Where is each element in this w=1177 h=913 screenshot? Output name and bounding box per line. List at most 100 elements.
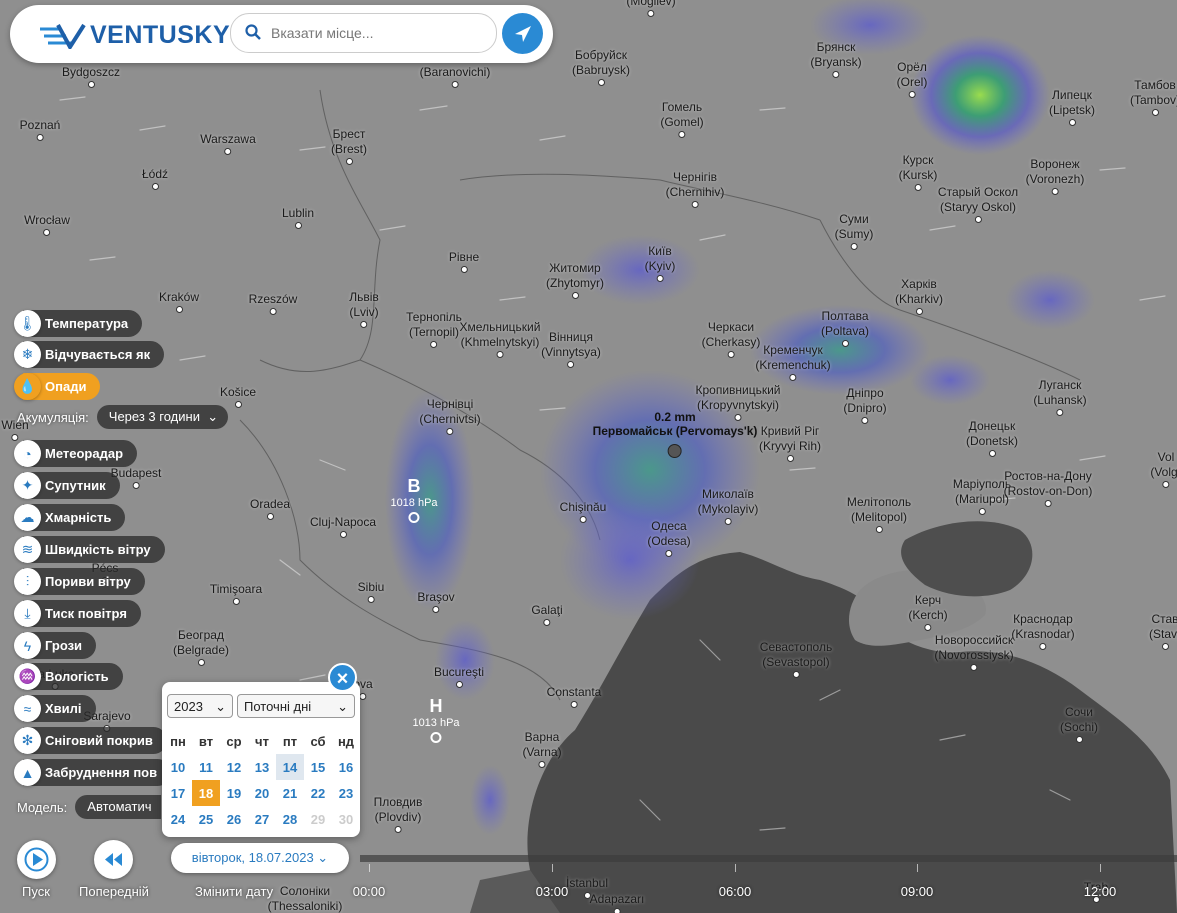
accumulation-select[interactable]: Через 3 години ⌄ bbox=[96, 405, 229, 429]
city-name: (Vinnytsya) bbox=[541, 345, 601, 359]
weekday-header: чт bbox=[255, 733, 269, 749]
city-label: Adapazarı bbox=[590, 892, 644, 913]
city-label: Warszawa bbox=[200, 132, 256, 155]
chevron-down-icon: ⌄ bbox=[317, 850, 329, 865]
play-button[interactable] bbox=[17, 840, 56, 879]
city-marker bbox=[1039, 643, 1047, 650]
city-marker bbox=[538, 761, 546, 768]
year-select[interactable]: 2023 ⌄ bbox=[167, 694, 233, 718]
city-name: Черкаси bbox=[707, 320, 755, 334]
city-name: (Gomel) bbox=[660, 115, 704, 129]
city-label: Wrocław bbox=[24, 213, 70, 236]
city-label: Київ (Kyiv) bbox=[644, 244, 676, 282]
calendar-day[interactable]: 24 bbox=[164, 806, 192, 832]
city-label: Bucureşti bbox=[434, 665, 484, 688]
layer-label: Забруднення пов bbox=[23, 759, 172, 786]
model-select[interactable]: Автоматич bbox=[75, 795, 162, 819]
calendar-day[interactable]: 21 bbox=[276, 780, 304, 806]
city-name: Rzeszów bbox=[248, 292, 298, 306]
timeline-label[interactable]: 06:00 bbox=[719, 884, 752, 899]
range-select[interactable]: Поточні дні ⌄ bbox=[237, 694, 355, 718]
calendar-day[interactable]: 12 bbox=[220, 754, 248, 780]
calendar-day[interactable]: 19 bbox=[220, 780, 248, 806]
previous-button[interactable] bbox=[94, 840, 133, 879]
calendar-day[interactable]: 13 bbox=[248, 754, 276, 780]
calendar-day[interactable]: 23 bbox=[332, 780, 360, 806]
pressure-letter: B bbox=[407, 476, 421, 496]
layer-precip[interactable]: 💧 Опади bbox=[14, 373, 101, 400]
timeline-track[interactable] bbox=[360, 855, 1177, 862]
city-label: Ростов-на-Дону (Rostov-on-Don) bbox=[1004, 469, 1092, 507]
calendar-day[interactable]: 26 bbox=[220, 806, 248, 832]
layer-gusts[interactable]: ⫶ Пориви вітру bbox=[14, 568, 145, 595]
timeline-label[interactable]: 00:00 bbox=[353, 884, 386, 899]
calendar-day[interactable]: 27 bbox=[248, 806, 276, 832]
city-name: Poznań bbox=[19, 118, 61, 132]
city-name: (Staryy Oskol) bbox=[939, 200, 1017, 214]
calendar-day[interactable]: 25 bbox=[192, 806, 220, 832]
accumulation-label: Акумуляція: bbox=[17, 409, 89, 425]
chevron-down-icon: ⌄ bbox=[207, 409, 219, 424]
search-input[interactable] bbox=[269, 24, 488, 42]
city-label: Луганск (Luhansk) bbox=[1033, 378, 1087, 416]
close-calendar-button[interactable]: × bbox=[328, 663, 357, 692]
pin-marker[interactable] bbox=[668, 444, 682, 458]
layer-snow[interactable]: ✻ Сніговий покрив bbox=[14, 727, 167, 754]
calendar-day[interactable]: 18 bbox=[192, 780, 220, 806]
city-name: Constanta bbox=[546, 685, 602, 699]
accumulation-value: Через 3 години bbox=[108, 409, 200, 424]
calendar-day[interactable]: 11 bbox=[192, 754, 220, 780]
city-name: Львів bbox=[349, 290, 379, 304]
calendar-day[interactable]: 17 bbox=[164, 780, 192, 806]
date-selector[interactable]: вівторок, 18.07.2023 ⌄ bbox=[171, 843, 349, 873]
city-marker bbox=[571, 292, 579, 299]
logo-text: VENTUSKY bbox=[90, 21, 231, 49]
layer-humidity[interactable]: ♒ Вологість bbox=[14, 663, 123, 690]
city-name: Харків bbox=[901, 277, 937, 291]
city-marker bbox=[1051, 188, 1059, 195]
layer-waves[interactable]: ≈ Хвилі bbox=[14, 695, 96, 722]
layer-pollution[interactable]: ▲ Забруднення пов bbox=[14, 759, 172, 786]
layer-clouds[interactable]: ☁ Хмарність bbox=[14, 504, 126, 531]
city-label: Braşov bbox=[417, 590, 455, 613]
calendar-day[interactable]: 16 bbox=[332, 754, 360, 780]
cloud-icon: ☁ bbox=[14, 504, 41, 531]
city-label: Донецьк (Donetsk) bbox=[966, 419, 1018, 457]
calendar-day[interactable]: 14 bbox=[276, 754, 304, 780]
date-value: вівторок, 18.07.2023 bbox=[191, 850, 314, 865]
calendar-day[interactable]: 28 bbox=[276, 806, 304, 832]
calendar-day[interactable]: 10 bbox=[164, 754, 192, 780]
calendar-day[interactable]: 20 bbox=[248, 780, 276, 806]
city-name: (Dnipro) bbox=[843, 401, 887, 415]
calendar-day[interactable]: 15 bbox=[304, 754, 332, 780]
top-bar: VENTUSKY bbox=[10, 5, 553, 63]
timeline-label[interactable]: 12:00 bbox=[1084, 884, 1117, 899]
layer-label: Швидкість вітру bbox=[23, 536, 165, 563]
range-value: Поточні дні bbox=[244, 699, 312, 714]
timeline-label[interactable]: 03:00 bbox=[536, 884, 569, 899]
city-marker bbox=[875, 526, 883, 533]
city-label: Вінниця (Vinnytsya) bbox=[541, 330, 601, 368]
city-marker bbox=[197, 659, 205, 666]
logo[interactable]: VENTUSKY bbox=[38, 21, 231, 51]
layer-temperature[interactable]: 🌡 Температура bbox=[14, 310, 143, 337]
city-label: Варна (Varna) bbox=[522, 730, 562, 768]
layer-satellite[interactable]: ✦ Супутник bbox=[14, 472, 120, 499]
layer-feels[interactable]: ❄ Відчувається як bbox=[14, 341, 165, 368]
layer-pressure[interactable]: ⤓ Тиск повітря bbox=[14, 600, 141, 627]
layer-radar[interactable]: ◔ Метеорадар bbox=[14, 440, 138, 467]
pressure-marker bbox=[408, 512, 420, 523]
geolocate-button[interactable] bbox=[502, 13, 543, 54]
city-name: (Melitopol) bbox=[850, 510, 907, 524]
location-pin[interactable]: 0.2 mm Первомайськ (Pervomays'k) bbox=[593, 410, 757, 458]
city-name: (Ternopil) bbox=[408, 325, 460, 339]
city-label: Oradea bbox=[250, 497, 290, 520]
layer-storms[interactable]: ϟ Грози bbox=[14, 632, 97, 659]
city-name: (Baranovichi) bbox=[419, 65, 491, 79]
timeline-label[interactable]: 09:00 bbox=[901, 884, 934, 899]
city-marker bbox=[43, 229, 51, 236]
city-name: (Kyiv) bbox=[644, 259, 676, 273]
calendar-day[interactable]: 22 bbox=[304, 780, 332, 806]
search-box[interactable] bbox=[230, 13, 497, 53]
layer-wind[interactable]: ≋ Швидкість вітру bbox=[14, 536, 165, 563]
